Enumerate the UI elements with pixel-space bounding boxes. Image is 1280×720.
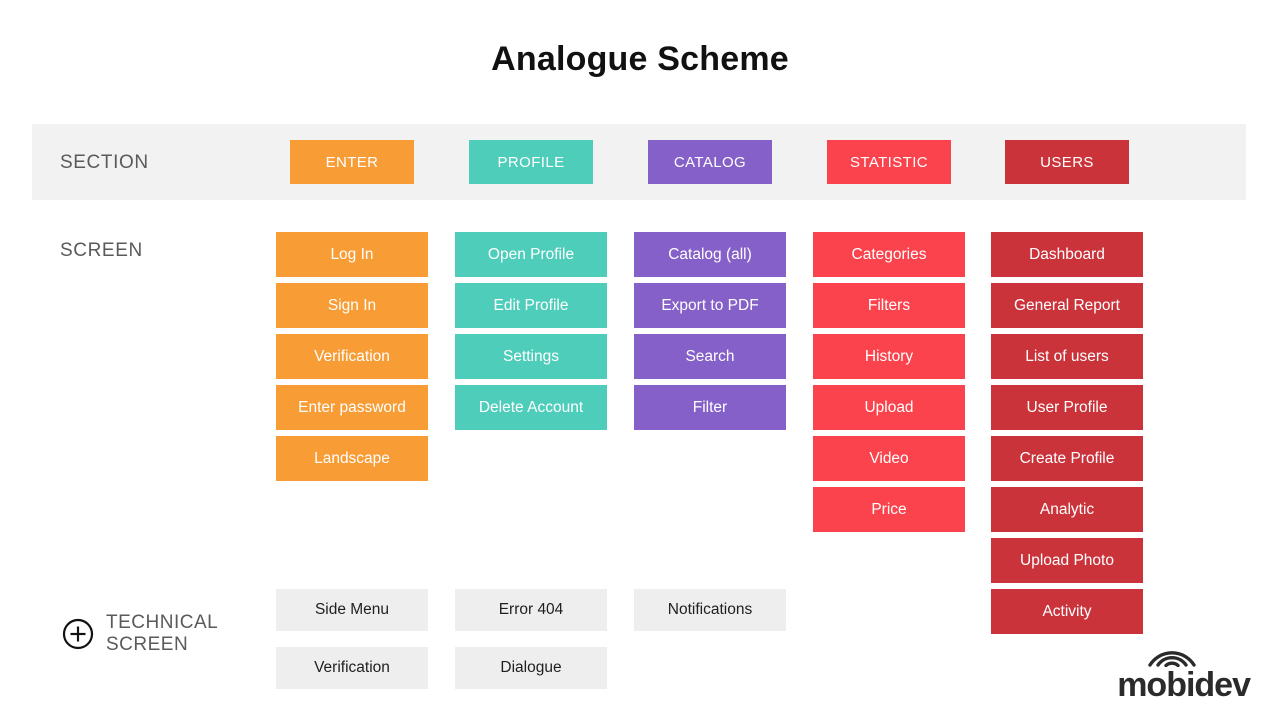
screen-chip[interactable]: Landscape: [276, 436, 428, 481]
screen-chip[interactable]: Sign In: [276, 283, 428, 328]
screen-row-label: SCREEN: [60, 240, 143, 261]
screen-chip[interactable]: Filters: [813, 283, 965, 328]
technical-screen-label-line2: SCREEN: [106, 634, 189, 655]
screen-chip[interactable]: General Report: [991, 283, 1143, 328]
technical-screen-chip[interactable]: Dialogue: [455, 647, 607, 689]
screen-chip[interactable]: Verification: [276, 334, 428, 379]
screen-chip[interactable]: Export to PDF: [634, 283, 786, 328]
technical-screen-label-line1: TECHNICAL: [106, 612, 219, 633]
screen-chip[interactable]: User Profile: [991, 385, 1143, 430]
section-chip-catalog[interactable]: CATALOG: [648, 140, 772, 184]
section-row-label: SECTION: [60, 152, 149, 173]
screen-chip[interactable]: Edit Profile: [455, 283, 607, 328]
screen-chip[interactable]: Catalog (all): [634, 232, 786, 277]
screen-chip[interactable]: Open Profile: [455, 232, 607, 277]
screen-chip[interactable]: History: [813, 334, 965, 379]
screen-chip[interactable]: Create Profile: [991, 436, 1143, 481]
section-chip-enter[interactable]: ENTER: [290, 140, 414, 184]
screen-chip[interactable]: Categories: [813, 232, 965, 277]
logo-wordmark: mobidev: [1117, 666, 1251, 704]
section-chip-profile[interactable]: PROFILE: [469, 140, 593, 184]
screen-chip[interactable]: Analytic: [991, 487, 1143, 532]
screen-chip[interactable]: Search: [634, 334, 786, 379]
technical-screen-label-group: TECHNICAL SCREEN: [62, 612, 218, 656]
screen-chip[interactable]: Dashboard: [991, 232, 1143, 277]
screen-chip[interactable]: Enter password: [276, 385, 428, 430]
analogue-scheme-diagram: Analogue Scheme SECTION SCREEN ENTER Log …: [0, 0, 1280, 720]
section-chip-users[interactable]: USERS: [1005, 140, 1129, 184]
screen-chip[interactable]: Upload: [813, 385, 965, 430]
screen-chip[interactable]: Settings: [455, 334, 607, 379]
screen-chip[interactable]: Upload Photo: [991, 538, 1143, 583]
screen-chip[interactable]: Delete Account: [455, 385, 607, 430]
screen-chip[interactable]: Filter: [634, 385, 786, 430]
technical-screen-chip[interactable]: Notifications: [634, 589, 786, 631]
screen-chip[interactable]: Activity: [991, 589, 1143, 634]
page-title: Analogue Scheme: [491, 40, 789, 78]
technical-screen-label: TECHNICAL SCREEN: [106, 612, 218, 656]
screen-chip[interactable]: Price: [813, 487, 965, 532]
technical-screen-chip[interactable]: Side Menu: [276, 589, 428, 631]
screen-chip[interactable]: Video: [813, 436, 965, 481]
plus-circle-icon: [62, 618, 94, 650]
screen-chip[interactable]: List of users: [991, 334, 1143, 379]
mobidev-logo: mobidev: [1090, 651, 1251, 704]
technical-screen-chip[interactable]: Verification: [276, 647, 428, 689]
technical-screen-chip[interactable]: Error 404: [455, 589, 607, 631]
section-chip-statistic[interactable]: STATISTIC: [827, 140, 951, 184]
screen-chip[interactable]: Log In: [276, 232, 428, 277]
